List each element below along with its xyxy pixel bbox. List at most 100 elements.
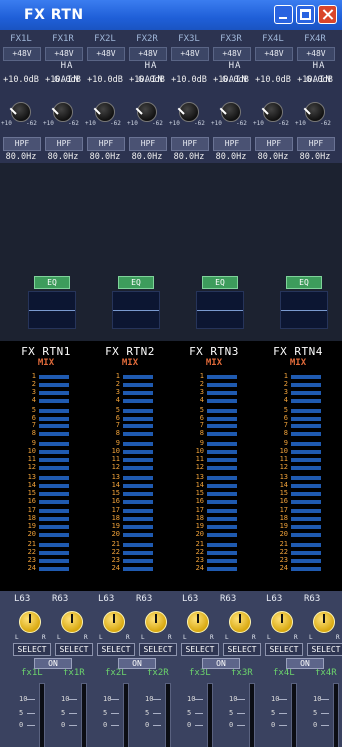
mix-send-level[interactable] — [39, 432, 69, 437]
mix-send-level[interactable] — [207, 375, 237, 379]
mix-send-level[interactable] — [291, 408, 321, 413]
mix-send-row[interactable]: 20 — [108, 531, 156, 538]
eq-graph[interactable] — [280, 291, 328, 329]
mix-send-level[interactable] — [291, 375, 321, 379]
mix-send-level[interactable] — [39, 483, 69, 488]
mix-send-level[interactable] — [123, 432, 153, 437]
select-button[interactable]: SELECT — [13, 643, 51, 656]
mix-send-level[interactable] — [39, 550, 69, 555]
mix-send-row[interactable]: 13 — [192, 473, 240, 481]
mix-send-row[interactable]: 16 — [108, 497, 156, 505]
mix-send-level[interactable] — [207, 442, 237, 447]
mix-send-row[interactable]: 12 — [192, 463, 240, 471]
mix-send-level[interactable] — [39, 408, 69, 413]
mix-send-level[interactable] — [39, 491, 69, 496]
mix-send-row[interactable]: 4 — [108, 396, 156, 404]
hpf-button[interactable]: HPF — [255, 137, 293, 151]
hpf-button[interactable]: HPF — [297, 137, 335, 151]
knob-dial-icon[interactable] — [221, 102, 241, 122]
mix-send-row[interactable]: 22 — [192, 548, 240, 556]
mix-send-level[interactable] — [207, 550, 237, 555]
pan-knob[interactable] — [187, 611, 209, 633]
mix-send-row[interactable]: 23 — [108, 556, 156, 564]
mix-send-level[interactable] — [123, 499, 153, 504]
mix-send-level[interactable] — [123, 533, 153, 538]
mix-send-level[interactable] — [207, 458, 237, 462]
mix-send-row[interactable]: 24 — [276, 564, 324, 572]
mix-send-level[interactable] — [207, 533, 237, 538]
mix-send-level[interactable] — [207, 566, 237, 571]
mix-send-level[interactable] — [123, 375, 153, 379]
mix-send-level[interactable] — [39, 566, 69, 571]
mix-send-row[interactable]: 11 — [276, 456, 324, 463]
mix-send-level[interactable] — [291, 432, 321, 437]
pan-knob[interactable] — [271, 611, 293, 633]
mix-send-row[interactable]: 12 — [24, 463, 72, 471]
mix-send-level[interactable] — [123, 450, 153, 455]
eq-graph[interactable] — [28, 291, 76, 329]
mix-send-level[interactable] — [123, 465, 153, 470]
hpf-button[interactable]: HPF — [45, 137, 83, 151]
mix-send-level[interactable] — [291, 450, 321, 455]
knob-dial-icon[interactable] — [305, 102, 325, 122]
mix-send-level[interactable] — [123, 483, 153, 488]
mix-send-level[interactable] — [123, 509, 153, 514]
pan-knob[interactable] — [313, 611, 335, 633]
mix-send-level[interactable] — [123, 525, 153, 530]
mix-send-level[interactable] — [207, 465, 237, 470]
fader-track[interactable] — [207, 683, 213, 747]
mix-send-row[interactable]: 22 — [276, 548, 324, 556]
mix-send-level[interactable] — [291, 509, 321, 514]
mix-send-level[interactable] — [207, 390, 237, 395]
mix-send-row[interactable]: 15 — [276, 489, 324, 497]
mix-send-row[interactable]: 5 — [24, 406, 72, 414]
mix-send-row[interactable]: 16 — [192, 497, 240, 505]
mix-send-row[interactable]: 15 — [24, 489, 72, 497]
mix-send-level[interactable] — [207, 408, 237, 413]
mix-send-level[interactable] — [39, 424, 69, 429]
mix-send-level[interactable] — [123, 398, 153, 403]
mix-send-level[interactable] — [123, 491, 153, 496]
mix-send-level[interactable] — [39, 458, 69, 462]
mix-send-level[interactable] — [291, 442, 321, 447]
mix-send-level[interactable] — [291, 533, 321, 538]
mix-send-row[interactable]: 12 — [276, 463, 324, 471]
mix-send-row[interactable]: 24 — [192, 564, 240, 572]
mix-send-row[interactable]: 23 — [192, 556, 240, 564]
mix-send-level[interactable] — [123, 550, 153, 555]
fader-track[interactable] — [291, 683, 297, 747]
mix-send-row[interactable]: 21 — [276, 541, 324, 548]
mix-send-row[interactable]: 8 — [24, 430, 72, 437]
pan-knob[interactable] — [19, 611, 41, 633]
hpf-button[interactable]: HPF — [213, 137, 251, 151]
gain-knob[interactable]: +10 -62 — [126, 100, 168, 130]
mix-send-row[interactable]: 3 — [192, 388, 240, 396]
hpf-button[interactable]: HPF — [3, 137, 41, 151]
mix-send-level[interactable] — [123, 517, 153, 522]
mix-send-level[interactable] — [123, 558, 153, 563]
gain-knob[interactable]: +10 -62 — [168, 100, 210, 130]
mix-send-level[interactable] — [291, 491, 321, 496]
mix-send-row[interactable]: 20 — [276, 531, 324, 538]
mix-send-row[interactable]: 4 — [24, 396, 72, 404]
mix-send-row[interactable]: 14 — [192, 481, 240, 489]
mix-send-level[interactable] — [207, 509, 237, 514]
fader-track[interactable] — [39, 683, 45, 747]
mix-send-level[interactable] — [123, 543, 153, 547]
mix-send-row[interactable]: 1 — [108, 373, 156, 380]
mix-send-row[interactable]: 11 — [24, 456, 72, 463]
mix-send-row[interactable]: 8 — [276, 430, 324, 437]
gain-knob[interactable]: +10 -62 — [42, 100, 84, 130]
mix-send-row[interactable]: 2 — [108, 380, 156, 388]
mix-send-level[interactable] — [39, 525, 69, 530]
mix-send-level[interactable] — [207, 424, 237, 429]
mix-send-level[interactable] — [39, 450, 69, 455]
mix-send-row[interactable]: 5 — [108, 406, 156, 414]
mix-send-row[interactable]: 8 — [108, 430, 156, 437]
mix-send-row[interactable]: 15 — [108, 489, 156, 497]
knob-dial-icon[interactable] — [11, 102, 31, 122]
mix-send-row[interactable]: 23 — [276, 556, 324, 564]
mix-send-row[interactable]: 20 — [24, 531, 72, 538]
knob-dial-icon[interactable] — [179, 102, 199, 122]
mix-send-row[interactable]: 15 — [192, 489, 240, 497]
